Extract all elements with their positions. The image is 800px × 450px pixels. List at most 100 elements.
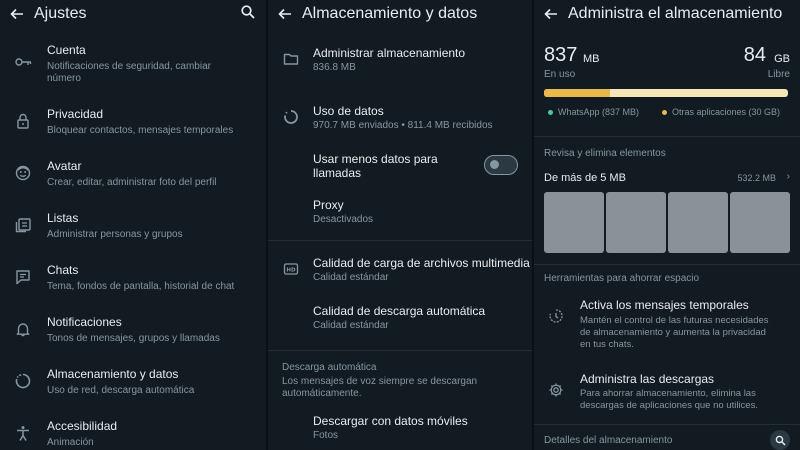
upload-quality-item[interactable]: HD Calidad de carga de archivos multimed… [268,254,532,286]
item-subtitle: en tus chats. [580,339,634,350]
large-files-thumbnails [544,192,790,253]
settings-item-title: Listas [47,211,79,225]
legend-dot-other [662,109,667,115]
item-title: Proxy [313,198,344,212]
section-header: Herramientas para ahorrar espacio [544,273,700,284]
divider-line [534,136,800,137]
search-icon [775,435,786,446]
storage-data-header: Almacenamiento y datos [268,0,532,28]
download-quality-item[interactable]: Calidad de descarga automática Calidad e… [268,302,532,334]
file-thumbnail[interactable] [730,192,790,253]
back-arrow-icon[interactable] [542,5,560,23]
legend-dot-whatsapp [548,109,553,115]
divider-line [534,264,800,265]
settings-item-listas[interactable]: Listas Administrar personas y grupos [0,208,266,248]
used-value: 837 [544,44,578,66]
data-usage-item[interactable]: Uso de datos 970.7 MB enviados • 811.4 M… [268,102,532,134]
settings-item-subtitle: Tonos de mensajes, grupos y llamadas [47,333,220,344]
item-subtitle: Calidad estándar [313,320,389,331]
mobile-data-download-item[interactable]: Descargar con datos móviles Fotos [268,412,532,444]
large-files-label[interactable]: De más de 5 MB [544,172,626,184]
section-description: Los mensajes de voz siempre se descargan [282,376,478,387]
settings-item-subtitle: Tema, fondos de pantalla, historial de c… [47,281,235,292]
settings-item-title: Cuenta [47,43,86,57]
item-subtitle: Mantén el control de las futuras necesid… [580,315,769,326]
settings-item-cuenta[interactable]: Cuenta Notificaciones de seguridad, camb… [0,40,266,88]
file-thumbnail[interactable] [668,192,728,253]
settings-item-chats[interactable]: Chats Tema, fondos de pantalla, historia… [0,260,266,300]
item-title: Activa los mensajes temporales [580,298,749,312]
item-title: Uso de datos [313,104,384,118]
settings-item-subtitle: Animación [47,437,94,448]
item-subtitle: Desactivados [313,214,374,225]
file-thumbnail[interactable] [606,192,666,253]
settings-panel: Ajustes Cuenta Notificaciones de segurid… [0,0,266,450]
settings-item-subtitle: Notificaciones de seguridad, cambiar [47,61,211,72]
settings-item-avatar[interactable]: Avatar Crear, editar, administrar foto d… [0,156,266,196]
item-subtitle: 970.7 MB enviados • 811.4 MB recibidos [313,120,493,131]
section-description: automáticamente. [282,388,362,399]
proxy-item[interactable]: Proxy Desactivados [268,196,532,228]
free-unit: GB [774,53,790,65]
section-header: Revisa y elimina elementos [544,148,666,159]
less-data-toggle[interactable] [484,155,518,175]
storage-icon [14,372,32,390]
gear-icon [548,382,564,398]
large-files-size: 532.2 MB [737,173,776,183]
settings-item-subtitle: número [47,73,81,84]
used-label: En uso [544,69,576,80]
lists-icon [14,216,32,234]
legend-label: WhatsApp (837 MB) [558,107,640,117]
settings-item-subtitle: Crear, editar, administrar foto del perf… [47,177,217,188]
settings-item-accesibilidad[interactable]: Accesibilidad Animación [0,416,266,450]
item-title: Administrar almacenamiento [313,46,466,60]
temp-messages-item[interactable]: Activa los mensajes temporales Mantén el… [534,296,800,352]
settings-header: Ajustes [0,0,266,28]
divider-line [268,350,532,351]
settings-item-privacidad[interactable]: Privacidad Bloquear contactos, mensajes … [0,104,266,144]
legend-whatsapp: WhatsApp (837 MB) [548,107,639,117]
settings-item-subtitle: Bloquear contactos, mensajes temporales [47,125,234,136]
settings-item-title: Chats [47,263,79,277]
item-title: Descargar con datos móviles [313,414,468,428]
avatar-icon [14,164,32,182]
legend-other: Otras aplicaciones (30 GB) [662,107,780,117]
settings-item-title: Accesibilidad [47,419,118,433]
file-thumbnail[interactable] [544,192,604,253]
key-icon [14,53,32,71]
settings-item-almacenamiento[interactable]: Almacenamiento y datos Uso de red, desca… [0,364,266,404]
accessibility-icon [14,424,32,442]
back-arrow-icon[interactable] [276,5,294,23]
search-icon[interactable] [240,4,258,22]
manage-downloads-item[interactable]: Administra las descargas Para ahorrar al… [534,370,800,414]
settings-item-notificaciones[interactable]: Notificaciones Tonos de mensajes, grupos… [0,312,266,352]
settings-item-title: Notificaciones [47,315,122,329]
lock-icon [14,112,32,130]
item-subtitle: Fotos [313,430,339,441]
item-title: Calidad de carga de archivos multimedia [313,256,530,270]
timer-icon [548,308,564,324]
page-title: Administra el almacenamiento [568,5,783,22]
section-header: Detalles del almacenamiento [544,435,673,446]
divider-line [534,424,800,425]
item-subtitle: descargas de aplicaciones que no utilice… [580,400,758,411]
item-title: Calidad de descarga automática [313,304,486,318]
section-header: Descarga automática [282,362,377,373]
svg-text:HD: HD [286,268,296,274]
manage-storage-item[interactable]: Administrar almacenamiento 836.8 MB [268,44,532,76]
back-arrow-icon[interactable] [8,5,26,23]
storage-data-panel: Almacenamiento y datos Administrar almac… [268,0,532,450]
chevron-right-icon[interactable]: › [787,171,790,182]
bell-icon [14,320,32,338]
item-subtitle: Para ahorrar almacenamiento, elimina las [580,388,756,399]
item-title: llamadas [313,166,362,180]
search-button[interactable] [770,430,790,450]
legend-label: Otras aplicaciones (30 GB) [672,107,781,117]
settings-item-subtitle: Uso de red, descarga automática [47,385,195,396]
free-label: Libre [767,69,790,80]
manage-storage-panel: Administra el almacenamiento 837 MB En u… [534,0,800,450]
toggle-knob [490,160,499,169]
page-title: Almacenamiento y datos [302,5,478,22]
settings-item-title: Avatar [47,159,82,173]
settings-item-title: Almacenamiento y datos [47,367,179,381]
